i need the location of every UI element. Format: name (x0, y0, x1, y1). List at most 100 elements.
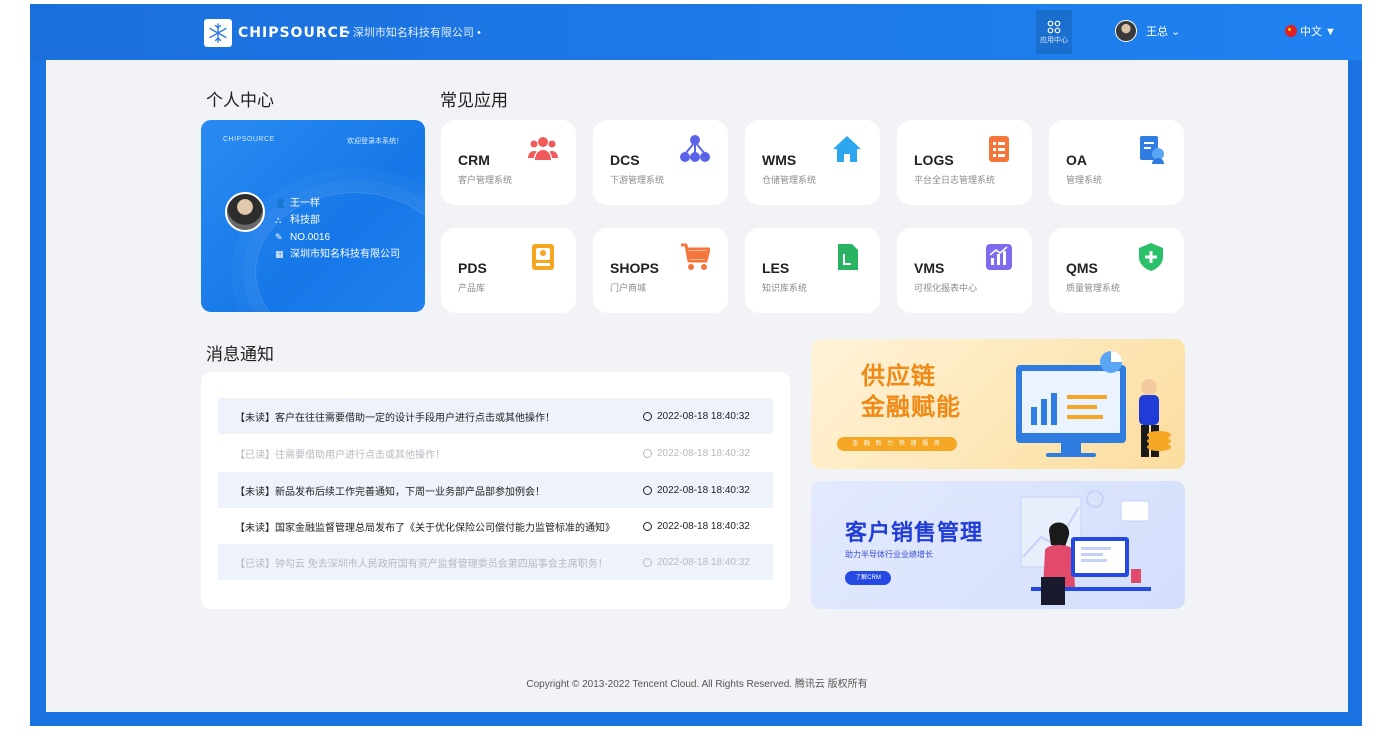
clock-icon (643, 485, 652, 495)
user-icon: 👤 (275, 198, 287, 208)
hierarchy-icon (680, 135, 710, 162)
file-icon (838, 244, 858, 270)
people-icon (528, 137, 558, 160)
footer-copyright: Copyright © 2013-2022 Tencent Cloud. All… (526, 679, 868, 690)
profile-name: 王一样 (290, 198, 320, 209)
learn-crm-button[interactable]: 了解CRM (845, 571, 891, 585)
app-code: LES (762, 260, 790, 276)
notice-row[interactable]: 【已读】钟勾云 免去深圳市人民政府国有资产监督管理委员会第四届事会主席职务！ 2… (218, 544, 773, 580)
app-card-vms[interactable]: VMS 可视化报表中心 (897, 228, 1032, 313)
notice-time: 2022-08-18 18:40:32 (657, 520, 750, 532)
finance-banner-pill: 金 融 助 力 快 速 服 务 (837, 437, 957, 451)
chart-icon (986, 244, 1012, 270)
app-card-oa[interactable]: OA 管理系统 (1049, 120, 1184, 205)
user-menu[interactable]: 王总 ⌄ (1115, 20, 1180, 42)
clock-icon (643, 557, 652, 567)
app-card-wms[interactable]: WMS 仓储管理系统 (745, 120, 880, 205)
app-code: SHOPS (610, 260, 660, 276)
app-code: CRM (458, 152, 490, 168)
profile-company: 深圳市知名科技有限公司 (290, 249, 400, 260)
app-code: PDS (458, 260, 487, 276)
apps-section-title: 常见应用 (440, 91, 508, 110)
app-desc: 质量管理系统 (1066, 283, 1121, 293)
profile-number: NO.0016 (290, 232, 331, 243)
list-icon (989, 136, 1009, 162)
cart-icon (681, 243, 710, 270)
notice-text: 【已读】往需要借助用户进行点击或其他操作！ (235, 449, 445, 461)
app-frame: CHIPSOURCE • 深圳市知名科技有限公司 • 应用中心 王总 ⌄ 中文 … (30, 4, 1362, 726)
home-icon (833, 136, 861, 162)
logo-snowflake-icon (204, 19, 232, 47)
notice-text: 【已读】钟勾云 免去深圳市人民政府国有资产监督管理委员会第四届事会主席职务！ (235, 558, 608, 570)
logo[interactable]: CHIPSOURCE (204, 19, 349, 47)
app-desc: 门户商城 (610, 283, 647, 293)
app-desc: 可视化报表中心 (914, 283, 978, 293)
app-code: OA (1066, 152, 1087, 168)
notice-row[interactable]: 【未读】国家金融监督管理总局发布了《关于优化保险公司偿付能力监管标准的通知》 2… (218, 508, 773, 544)
profile-section-title: 个人中心 (206, 91, 274, 110)
notice-text: 【未读】客户在往往需要借助一定的设计手段用户进行点击或其他操作！ (235, 412, 555, 424)
shield-icon (1139, 243, 1163, 271)
profile-card: CHIPSOURCE 欢迎登录本系统！ 👤 王一样 ⛬ 科技部 ✎ NO.0016 ▦… (201, 120, 425, 312)
app-desc: 知识库系统 (762, 283, 808, 293)
notice-row[interactable]: 【未读】新品发布后续工作完善通知，下周一业务部产品部参加例会！ 2022-08-… (218, 472, 773, 508)
app-card-qms[interactable]: QMS 质量管理系统 (1049, 228, 1184, 313)
main-content: 个人中心 常见应用 CHIPSOURCE 欢迎登录本系统！ 👤 王一样 ⛬ 科技部 … (46, 60, 1348, 712)
app-center-label: 应用中心 (1040, 36, 1068, 44)
app-desc: 下游管理系统 (610, 175, 665, 185)
grid-icon (1047, 20, 1061, 33)
company-name: • 深圳市知名科技有限公司 • (346, 27, 481, 39)
finance-title-line2: 金融赋能 (861, 394, 961, 421)
app-card-pds[interactable]: PDS 产品库 (441, 228, 576, 313)
notice-time: 2022-08-18 18:40:32 (657, 484, 750, 496)
app-desc: 产品库 (458, 283, 486, 293)
app-code: WMS (762, 152, 797, 168)
document-icon (1140, 136, 1164, 164)
notice-row[interactable]: 【已读】往需要借助用户进行点击或其他操作！ 2022-08-18 18:40:3… (218, 435, 773, 471)
sales-banner-title: 客户销售管理 (845, 520, 984, 545)
app-card-logs[interactable]: LOGS 平台全日志管理系统 (897, 120, 1032, 205)
pen-icon: ✎ (275, 232, 283, 242)
app-desc: 平台全日志管理系统 (914, 175, 996, 185)
profile-department: 科技部 (290, 215, 320, 226)
user-name: 王总 ⌄ (1146, 26, 1181, 38)
app-card-crm[interactable]: CRM 客户管理系统 (441, 120, 576, 205)
app-card-les[interactable]: LES 知识库系统 (745, 228, 880, 313)
sales-banner[interactable]: 客户销售管理 助力半导体行业业绩增长 了解CRM (811, 481, 1185, 609)
profile-brand: CHIPSOURCE (223, 136, 275, 143)
notice-row[interactable]: 【未读】客户在往往需要借助一定的设计手段用户进行点击或其他操作！ 2022-08… (218, 398, 773, 434)
notice-time: 2022-08-18 18:40:32 (657, 447, 750, 459)
notice-text: 【未读】国家金融监督管理总局发布了《关于优化保险公司偿付能力监管标准的通知》 (235, 522, 615, 534)
notice-time: 2022-08-18 18:40:32 (657, 410, 750, 422)
profile-avatar (225, 192, 265, 232)
org-icon: ⛬ (275, 215, 282, 225)
clock-icon (643, 448, 652, 458)
app-code: DCS (610, 152, 640, 168)
building-icon: ▦ (275, 249, 284, 259)
app-card-shops[interactable]: SHOPS 门户商城 (593, 228, 728, 313)
notice-text: 【未读】新品发布后续工作完善通知，下周一业务部产品部参加例会！ (235, 486, 545, 498)
notice-panel: 【未读】客户在往往需要借助一定的设计手段用户进行点击或其他操作！ 2022-08… (201, 372, 790, 609)
language-label: 中文 ▼ (1300, 26, 1336, 38)
welcome-text: 欢迎登录本系统！ (347, 138, 403, 145)
sales-illustration (1020, 490, 1151, 605)
finance-title-line1: 供应链 (861, 363, 936, 390)
book-icon (532, 244, 554, 270)
finance-illustration (1016, 351, 1171, 457)
top-bar: CHIPSOURCE • 深圳市知名科技有限公司 • 应用中心 王总 ⌄ 中文 … (30, 4, 1362, 60)
china-flag-icon (1285, 25, 1297, 37)
profile-info: 👤 王一样 ⛬ 科技部 ✎ NO.0016 ▦ 深圳市知名科技有限公司 (275, 195, 400, 263)
logo-text: CHIPSOURCE (238, 25, 350, 41)
app-desc: 管理系统 (1066, 175, 1103, 185)
app-code: VMS (914, 260, 945, 276)
app-desc: 客户管理系统 (458, 175, 513, 185)
app-desc: 仓储管理系统 (762, 175, 817, 185)
app-card-dcs[interactable]: DCS 下游管理系统 (593, 120, 728, 205)
finance-banner-title: 供应链 金融赋能 (861, 361, 961, 423)
sales-banner-subtitle: 助力半导体行业业绩增长 (845, 550, 933, 559)
clock-icon (643, 411, 652, 421)
language-selector[interactable]: 中文 ▼ (1285, 23, 1336, 39)
app-code: LOGS (914, 152, 954, 168)
finance-banner[interactable]: 供应链 金融赋能 金 融 助 力 快 速 服 务 (811, 339, 1185, 469)
app-center-button[interactable]: 应用中心 (1036, 10, 1072, 54)
